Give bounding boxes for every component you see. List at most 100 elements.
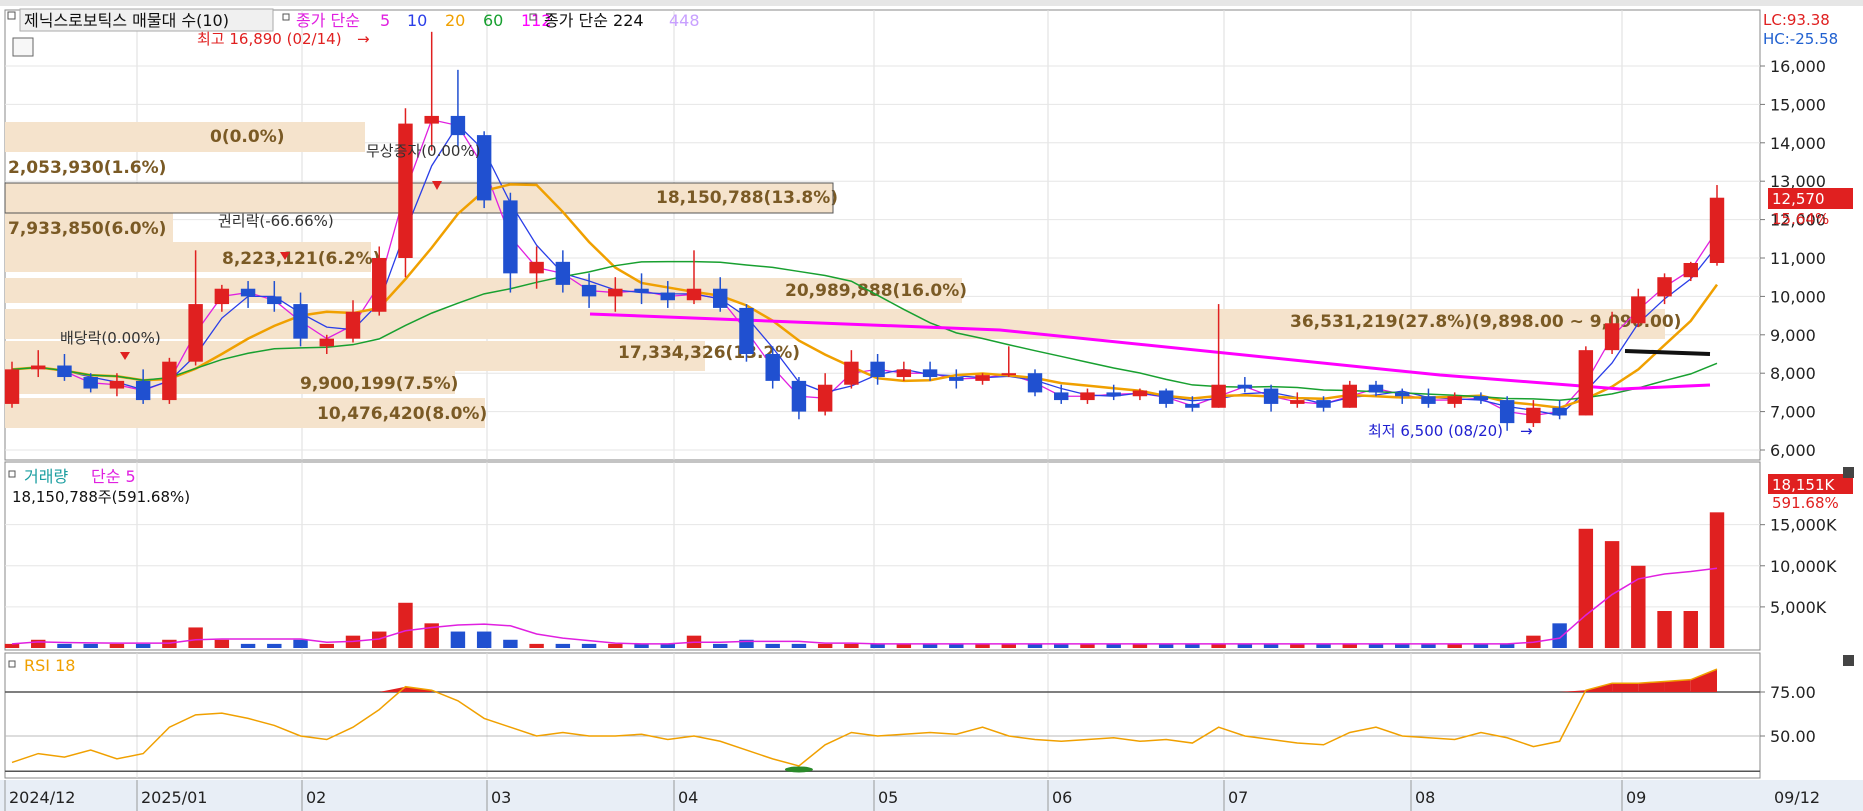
candle-body <box>424 115 439 124</box>
candle-body <box>1604 323 1620 351</box>
volume-profile-label: 9,900,199(7.5%) <box>300 374 458 394</box>
ma2-extra: 448 <box>669 11 700 30</box>
candle-body <box>293 304 308 339</box>
candle-body <box>1395 392 1410 397</box>
volume-badge-value: 18,151K <box>1772 476 1835 494</box>
candle-body <box>450 115 466 136</box>
lc-value: LC:93.38 <box>1763 11 1830 29</box>
date-tick-label: 03 <box>491 788 511 807</box>
top-strip <box>0 0 1863 6</box>
candle-body <box>319 338 334 347</box>
price-tick-label: 8,000 <box>1770 364 1816 383</box>
ma2-label: 종가 단순 224 <box>544 11 644 30</box>
candle-body <box>1447 396 1462 404</box>
candle-body <box>949 377 964 381</box>
ma-period-60: 60 <box>483 11 503 30</box>
volume-bar <box>240 643 256 648</box>
volume-tick-label: 5,000K <box>1770 598 1827 617</box>
candle-body <box>870 361 885 378</box>
volume-bar <box>1709 512 1725 648</box>
date-axis-bg <box>0 780 1863 811</box>
volume-bar <box>450 631 466 648</box>
candle-body <box>188 304 203 362</box>
candle-body <box>896 369 912 378</box>
candle-body <box>1499 400 1515 424</box>
price-tick-label: 16,000 <box>1770 57 1826 76</box>
candle-body <box>1368 384 1384 393</box>
volume-bar <box>1552 623 1567 648</box>
rsi-oversold-fill <box>784 766 813 773</box>
volume-bar <box>135 643 151 648</box>
volume-profile-label: 7,933,850(6.0%) <box>8 219 166 239</box>
candle-body <box>1106 392 1121 397</box>
candle-body <box>1211 384 1226 408</box>
candle-body <box>791 380 807 412</box>
volume-bar <box>1578 528 1594 648</box>
candle-body <box>686 288 702 301</box>
candle-body <box>4 369 20 404</box>
candle-body <box>267 296 282 305</box>
candle-body <box>975 375 990 381</box>
candle-body <box>503 200 518 274</box>
rsi-tick-label: 50.00 <box>1770 727 1816 746</box>
volume-badge-pct: 591.68% <box>1772 494 1839 512</box>
volume-profile-label: 2,053,930(1.6%) <box>8 158 166 178</box>
dividend-ex-label: 배당락(0.00%) <box>60 329 161 347</box>
candle-body <box>1709 197 1725 263</box>
volume-info: 18,150,788주(591.68%) <box>12 488 190 506</box>
high-annotation: 최고 16,890 (02/14) <box>197 30 342 48</box>
candle-body <box>372 258 387 312</box>
price-tick-label: 9,000 <box>1770 326 1816 345</box>
rsi-close-icon <box>1843 655 1854 666</box>
candle-body <box>1631 296 1646 324</box>
volume-ma: 단순 5 <box>91 467 136 486</box>
volume-profile-bar <box>5 122 365 152</box>
candle-body <box>57 365 72 378</box>
date-tick-label: 09 <box>1626 788 1646 807</box>
candle-body <box>1263 388 1279 404</box>
price-tick-label: 10,000 <box>1770 287 1826 306</box>
date-tick-label: 2024/12 <box>9 788 75 807</box>
volume-profile-label: 20,989,888(16.0%) <box>785 281 967 301</box>
ma-period-10: 10 <box>407 11 427 30</box>
low-annotation: 최저 6,500 (08/20) <box>1368 422 1503 440</box>
candle-body <box>83 377 98 389</box>
candle-body <box>765 354 780 381</box>
candle-body <box>555 261 571 285</box>
volume-profile-label: 36,531,219(27.8%)(9,898.00 ~ 9,096.00) <box>1290 312 1681 332</box>
candle-body <box>135 380 151 401</box>
candle-body <box>660 292 675 301</box>
volume-bar <box>31 639 46 648</box>
candle-body <box>713 288 728 308</box>
price-tick-label: 6,000 <box>1770 441 1816 460</box>
candle-body <box>345 311 361 339</box>
candle-body <box>529 261 544 274</box>
candle-body <box>1316 400 1331 408</box>
candle-body <box>844 361 859 385</box>
candle-body <box>109 380 125 389</box>
candle-body <box>1132 390 1148 397</box>
candle-body <box>1054 392 1069 401</box>
candle-body <box>1080 392 1095 401</box>
candle-body <box>608 288 623 297</box>
date-tick-label: 06 <box>1052 788 1072 807</box>
volume-title: 거래량 <box>24 467 68 486</box>
volume-bar <box>398 602 413 648</box>
date-tick-label: 05 <box>878 788 898 807</box>
volume-bar <box>162 639 177 648</box>
volume-bar <box>4 643 20 648</box>
volume-bar <box>214 639 230 648</box>
volume-bar <box>503 639 518 648</box>
candle-body <box>1185 403 1200 408</box>
low-arrow-icon: → <box>1520 422 1533 440</box>
candle-body <box>162 361 177 401</box>
candle-body <box>634 288 649 293</box>
date-tick-label: 07 <box>1228 788 1248 807</box>
volume-profile-label: 0(0.0%) <box>210 127 285 147</box>
candle-body <box>1526 407 1541 424</box>
high-arrow-icon: → <box>357 30 370 48</box>
stock-chart[interactable]: 0(0.0%) 2,053,930(1.6%) 7,933,850(6.0%) 18,… <box>0 0 1863 811</box>
price-tick-label: 15,000 <box>1770 95 1826 114</box>
candle-body <box>1158 390 1174 404</box>
candle-body <box>1421 396 1436 404</box>
